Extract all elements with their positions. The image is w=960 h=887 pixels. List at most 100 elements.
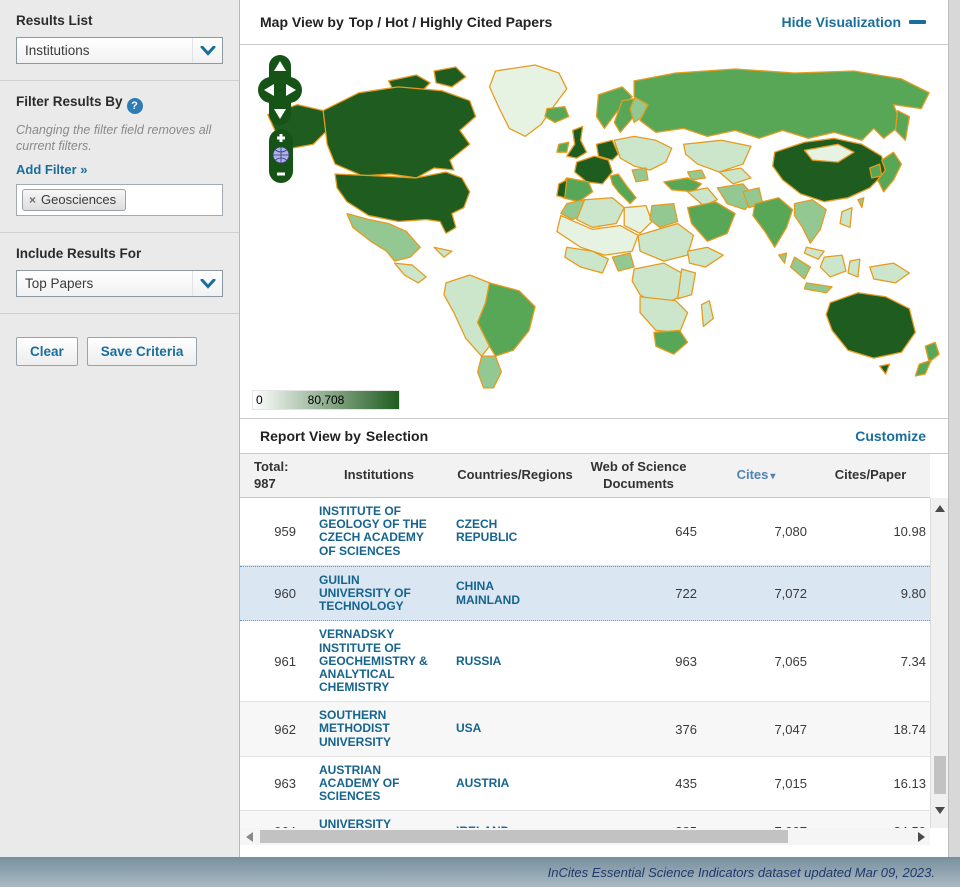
row-rank: 964: [240, 817, 304, 828]
map-region-cuba[interactable]: [434, 247, 452, 257]
save-criteria-button[interactable]: Save Criteria: [87, 337, 198, 366]
scroll-left-button[interactable]: [240, 828, 258, 845]
chevron-down-icon: [192, 271, 222, 296]
map-region-new-guinea[interactable]: [870, 263, 910, 283]
row-country[interactable]: AUSTRIA: [454, 770, 576, 797]
map-region-nigeria[interactable]: [612, 253, 634, 271]
collapse-minus-icon: [909, 20, 926, 24]
add-filter-link[interactable]: Add Filter »: [16, 162, 88, 177]
map-region-arctic-islands[interactable]: [434, 67, 466, 87]
map-region-tasmania[interactable]: [880, 364, 890, 374]
row-documents: 722: [576, 579, 701, 608]
map-region-sri-lanka[interactable]: [779, 253, 787, 263]
table-row[interactable]: 960 GUILIN UNIVERSITY OF TECHNOLOGY CHIN…: [240, 566, 930, 622]
footer-bar: InCites Essential Science Indicators dat…: [0, 857, 960, 887]
row-cites: 7,015: [701, 769, 811, 798]
map-region-algeria[interactable]: [577, 198, 625, 228]
map-region-balkans[interactable]: [632, 168, 648, 182]
row-institution[interactable]: UNIVERSITY COLLEGE CORK: [304, 811, 454, 828]
map-region-canada[interactable]: [323, 87, 475, 178]
horizontal-scroll-thumb[interactable]: [260, 830, 788, 843]
column-header-documents[interactable]: Web of Science Documents: [576, 455, 701, 496]
filter-title-text: Filter Results By: [16, 94, 123, 109]
map-region-southern-africa[interactable]: [640, 297, 688, 333]
map-region-new-zealand-north[interactable]: [925, 342, 939, 362]
map-color-legend: 0 80,708: [252, 390, 400, 410]
map-region-se-asia[interactable]: [795, 200, 827, 244]
scroll-down-button[interactable]: [931, 800, 948, 820]
map-region-borneo[interactable]: [820, 255, 846, 277]
row-cites-per-paper: 7.34: [811, 647, 930, 676]
map-region-horn-of-africa[interactable]: [688, 247, 724, 267]
table-row[interactable]: 962 SOUTHERN METHODIST UNIVERSITY USA 37…: [240, 702, 930, 757]
map-region-greenland[interactable]: [490, 65, 567, 136]
row-country[interactable]: CZECH REPUBLIC: [454, 511, 576, 551]
horizontal-scrollbar[interactable]: [240, 828, 930, 845]
column-header-institutions[interactable]: Institutions: [304, 463, 454, 487]
row-institution[interactable]: INSTITUTE OF GEOLOGY OF THE CZECH ACADEM…: [304, 498, 454, 565]
table-row[interactable]: 961 VERNADSKY INSTITUTE OF GEOCHEMISTRY …: [240, 621, 930, 702]
map-region-france[interactable]: [575, 156, 613, 184]
map-region-eastern-europe[interactable]: [614, 136, 671, 170]
column-header-cites-per-paper[interactable]: Cites/Paper: [811, 463, 930, 487]
column-header-cites-sorted[interactable]: Cites▾: [701, 463, 811, 488]
row-institution[interactable]: GUILIN UNIVERSITY OF TECHNOLOGY: [304, 567, 454, 621]
row-country[interactable]: RUSSIA: [454, 648, 576, 675]
scroll-up-button[interactable]: [931, 498, 948, 518]
map-region-libya[interactable]: [624, 206, 652, 234]
map-region-kazakhstan[interactable]: [684, 140, 751, 172]
map-view-title: Map View byTop / Hot / Highly Cited Pape…: [260, 14, 552, 30]
scroll-right-button[interactable]: [912, 828, 930, 845]
map-region-madagascar[interactable]: [701, 301, 713, 327]
map-region-kamchatka[interactable]: [896, 111, 910, 141]
table-row[interactable]: 959 INSTITUTE OF GEOLOGY OF THE CZECH AC…: [240, 498, 930, 566]
choropleth-world-map[interactable]: [240, 49, 948, 394]
vertical-scroll-thumb[interactable]: [934, 756, 946, 794]
map-region-iceland[interactable]: [545, 107, 569, 123]
table-row[interactable]: 963 AUSTRIAN ACADEMY OF SCIENCES AUSTRIA…: [240, 757, 930, 812]
map-region-taiwan[interactable]: [858, 198, 864, 208]
clear-button[interactable]: Clear: [16, 337, 78, 366]
map-region-chad-sudan[interactable]: [638, 223, 693, 261]
include-results-dropdown[interactable]: Top Papers: [16, 270, 223, 297]
table-header-row: Total: 987 Institutions Countries/Region…: [240, 454, 930, 498]
remove-tag-icon[interactable]: ×: [29, 193, 36, 207]
map-region-sulawesi[interactable]: [848, 259, 860, 277]
row-country[interactable]: IRELAND: [454, 818, 576, 828]
map-region-java[interactable]: [804, 283, 832, 293]
map-region-malaysia[interactable]: [804, 247, 824, 259]
row-institution[interactable]: SOUTHERN METHODIST UNIVERSITY: [304, 702, 454, 756]
zoom-control[interactable]: [269, 129, 293, 183]
row-country[interactable]: USA: [454, 715, 576, 742]
map-region-central-america[interactable]: [394, 263, 426, 283]
map-region-portugal[interactable]: [557, 180, 567, 198]
row-documents: 645: [576, 517, 701, 546]
map-region-australia[interactable]: [826, 293, 915, 358]
row-rank: 960: [240, 579, 304, 608]
row-institution[interactable]: AUSTRIAN ACADEMY OF SCIENCES: [304, 757, 454, 811]
vertical-scrollbar[interactable]: [930, 498, 948, 828]
column-header-countries[interactable]: Countries/Regions: [454, 463, 576, 487]
map-region-egypt[interactable]: [650, 204, 678, 228]
map-region-southern-cone[interactable]: [478, 356, 502, 388]
map-region-philippines[interactable]: [840, 208, 852, 228]
map-region-india[interactable]: [753, 198, 793, 248]
row-institution[interactable]: VERNADSKY INSTITUTE OF GEOCHEMISTRY & AN…: [304, 621, 454, 701]
results-list-dropdown[interactable]: Institutions: [16, 37, 223, 64]
map-region-ireland[interactable]: [557, 142, 569, 152]
map-region-uk[interactable]: [567, 126, 587, 158]
filter-tag[interactable]: × Geosciences: [22, 189, 126, 211]
map-region-south-africa[interactable]: [654, 330, 688, 354]
row-cites-per-paper: 10.98: [811, 517, 930, 546]
row-country[interactable]: CHINA MAINLAND: [454, 573, 576, 613]
map-region-new-zealand-south[interactable]: [915, 360, 931, 376]
hide-visualization-link[interactable]: Hide Visualization: [781, 14, 926, 30]
map-region-russia[interactable]: [634, 69, 929, 140]
table-row[interactable]: 964 UNIVERSITY COLLEGE CORK IRELAND 285 …: [240, 811, 930, 828]
map-region-sumatra[interactable]: [791, 257, 811, 279]
map-region-saudi-arabia[interactable]: [688, 202, 736, 242]
table-rows: 959 INSTITUTE OF GEOLOGY OF THE CZECH AC…: [240, 498, 930, 828]
help-icon[interactable]: ?: [127, 98, 143, 114]
pan-control[interactable]: [258, 55, 302, 125]
customize-link[interactable]: Customize: [855, 428, 926, 444]
